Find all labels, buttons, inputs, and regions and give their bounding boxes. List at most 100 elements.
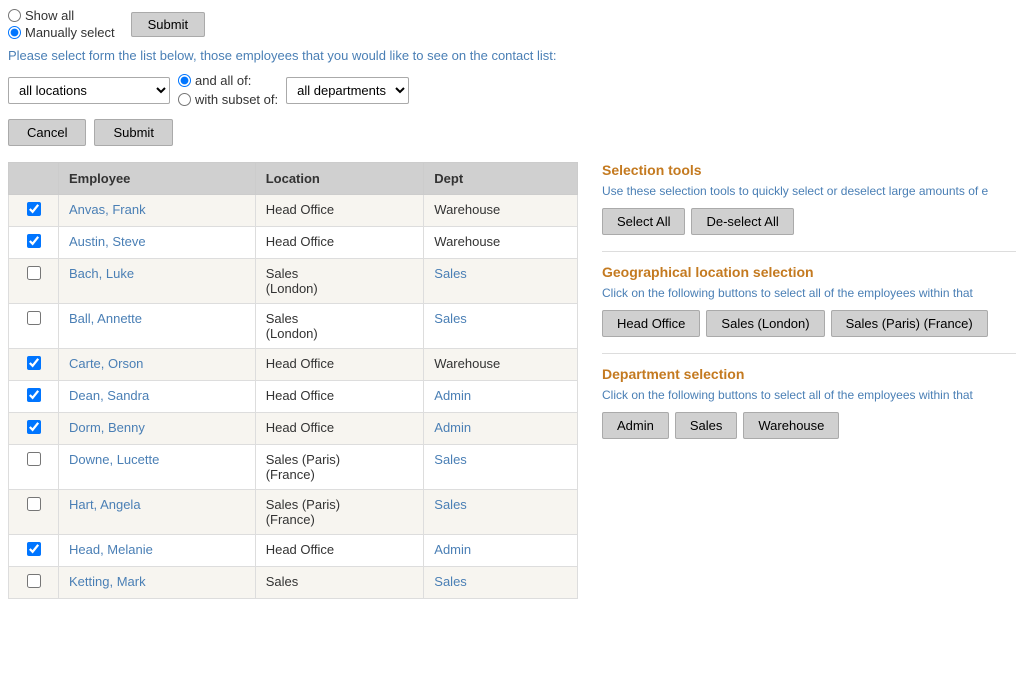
employee-checkbox[interactable]	[27, 234, 41, 248]
employee-name: Ketting, Mark	[59, 567, 256, 599]
divider-2	[602, 353, 1016, 354]
table-row: Dorm, BennyHead OfficeAdmin	[9, 413, 578, 445]
employee-checkbox[interactable]	[27, 452, 41, 466]
row-checkbox-cell[interactable]	[9, 535, 59, 567]
row-checkbox-cell[interactable]	[9, 567, 59, 599]
employee-checkbox[interactable]	[27, 574, 41, 588]
dept-button[interactable]: Admin	[602, 412, 669, 439]
employee-location: Sales (Paris) (France)	[255, 445, 424, 490]
row-checkbox-cell[interactable]	[9, 227, 59, 259]
employee-name: Downe, Lucette	[59, 445, 256, 490]
employee-location: Head Office	[255, 381, 424, 413]
table-row: Ball, AnnetteSales (London)Sales	[9, 304, 578, 349]
employee-checkbox[interactable]	[27, 202, 41, 216]
manually-select-radio-label[interactable]: Manually select	[8, 25, 115, 40]
main-layout: Employee Location Dept Anvas, FrankHead …	[8, 162, 1024, 599]
dept-select[interactable]: all departments Admin Sales Warehouse	[286, 77, 409, 104]
row-checkbox-cell[interactable]	[9, 490, 59, 535]
selection-tools-title: Selection tools	[602, 162, 1016, 178]
employee-checkbox[interactable]	[27, 420, 41, 434]
cancel-button[interactable]: Cancel	[8, 119, 86, 146]
with-subset-of-label[interactable]: with subset of:	[178, 92, 278, 107]
manually-select-radio[interactable]	[8, 26, 21, 39]
select-deselect-buttons: Select All De-select All	[602, 208, 1016, 235]
show-all-radio[interactable]	[8, 9, 21, 22]
table-header-row: Employee Location Dept	[9, 163, 578, 195]
employee-checkbox[interactable]	[27, 497, 41, 511]
geo-button[interactable]: Sales (Paris) (France)	[831, 310, 988, 337]
table-row: Carte, OrsonHead OfficeWarehouse	[9, 349, 578, 381]
geo-buttons: Head OfficeSales (London) Sales (Paris) (…	[602, 310, 1016, 337]
employee-dept: Sales	[424, 490, 578, 535]
row-checkbox-cell[interactable]	[9, 381, 59, 413]
employee-dept: Sales	[424, 259, 578, 304]
table-row: Head, MelanieHead OfficeAdmin	[9, 535, 578, 567]
employee-location: Sales (London)	[255, 304, 424, 349]
submit-button[interactable]: Submit	[94, 119, 172, 146]
employee-location: Head Office	[255, 413, 424, 445]
employee-dept: Admin	[424, 413, 578, 445]
right-panel: Selection tools Use these selection tool…	[594, 162, 1024, 439]
dept-selection-desc: Click on the following buttons to select…	[602, 388, 1016, 402]
location-col-header: Location	[255, 163, 424, 195]
employee-dept: Sales	[424, 567, 578, 599]
row-checkbox-cell[interactable]	[9, 349, 59, 381]
geo-button[interactable]: Sales (London)	[706, 310, 824, 337]
with-subset-of-radio[interactable]	[178, 93, 191, 106]
view-mode-radio-group: Show all Manually select	[8, 8, 115, 40]
divider-1	[602, 251, 1016, 252]
location-select[interactable]: all locations Head Office Sales (London)…	[8, 77, 170, 104]
geo-button[interactable]: Head Office	[602, 310, 700, 337]
employee-dept: Admin	[424, 535, 578, 567]
employee-name: Hart, Angela	[59, 490, 256, 535]
and-all-of-radio[interactable]	[178, 74, 191, 87]
row-checkbox-cell[interactable]	[9, 304, 59, 349]
employee-location: Head Office	[255, 349, 424, 381]
employee-dept: Warehouse	[424, 195, 578, 227]
employee-dept: Warehouse	[424, 349, 578, 381]
filter-row: all locations Head Office Sales (London)…	[8, 73, 1024, 107]
table-row: Austin, SteveHead OfficeWarehouse	[9, 227, 578, 259]
deselect-all-button[interactable]: De-select All	[691, 208, 793, 235]
employee-name: Dorm, Benny	[59, 413, 256, 445]
geo-selection-title: Geographical location selection	[602, 264, 1016, 280]
row-checkbox-cell[interactable]	[9, 413, 59, 445]
employee-name: Ball, Annette	[59, 304, 256, 349]
employee-name: Head, Melanie	[59, 535, 256, 567]
employee-location: Sales (London)	[255, 259, 424, 304]
employee-location: Head Office	[255, 195, 424, 227]
table-row: Hart, AngelaSales (Paris) (France)Sales	[9, 490, 578, 535]
employee-location: Head Office	[255, 535, 424, 567]
table-row: Anvas, FrankHead OfficeWarehouse	[9, 195, 578, 227]
row-checkbox-cell[interactable]	[9, 259, 59, 304]
employee-checkbox[interactable]	[27, 356, 41, 370]
employee-name: Austin, Steve	[59, 227, 256, 259]
dept-button[interactable]: Sales	[675, 412, 738, 439]
table-row: Downe, LucetteSales (Paris) (France)Sale…	[9, 445, 578, 490]
row-checkbox-cell[interactable]	[9, 195, 59, 227]
dept-button[interactable]: Warehouse	[743, 412, 839, 439]
dept-selection-title: Department selection	[602, 366, 1016, 382]
table-row: Ketting, MarkSalesSales	[9, 567, 578, 599]
employee-dept: Admin	[424, 381, 578, 413]
select-all-button[interactable]: Select All	[602, 208, 685, 235]
manually-select-label: Manually select	[25, 25, 115, 40]
and-all-of-label[interactable]: and all of:	[178, 73, 278, 88]
show-all-radio-label[interactable]: Show all	[8, 8, 115, 23]
employee-name: Bach, Luke	[59, 259, 256, 304]
geo-selection-desc: Click on the following buttons to select…	[602, 286, 1016, 300]
top-submit-button[interactable]: Submit	[131, 12, 205, 37]
employee-location: Sales	[255, 567, 424, 599]
employee-checkbox[interactable]	[27, 266, 41, 280]
filter-radio-group: and all of: with subset of:	[178, 73, 278, 107]
employee-dept: Sales	[424, 445, 578, 490]
employee-checkbox[interactable]	[27, 311, 41, 325]
table-row: Dean, SandraHead OfficeAdmin	[9, 381, 578, 413]
employee-checkbox[interactable]	[27, 542, 41, 556]
employee-checkbox[interactable]	[27, 388, 41, 402]
row-checkbox-cell[interactable]	[9, 445, 59, 490]
checkbox-col-header	[9, 163, 59, 195]
selection-tools-desc: Use these selection tools to quickly sel…	[602, 184, 1016, 198]
dept-col-header: Dept	[424, 163, 578, 195]
employee-dept: Sales	[424, 304, 578, 349]
